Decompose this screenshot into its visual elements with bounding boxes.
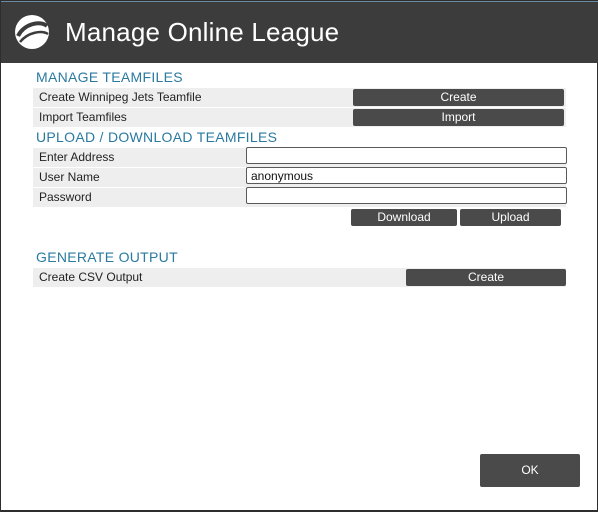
address-label: Enter Address — [39, 150, 115, 164]
password-label: Password — [39, 190, 92, 204]
import-teamfiles-label: Import Teamfiles — [39, 110, 127, 124]
username-label: User Name — [39, 170, 100, 184]
create-teamfile-button[interactable]: Create — [353, 89, 564, 106]
import-teamfiles-button[interactable]: Import — [353, 109, 564, 126]
hockey-puck-icon — [15, 15, 49, 49]
generate-output-heading: GENERATE OUTPUT — [36, 249, 178, 265]
manage-online-league-dialog: Manage Online League MANAGE TEAMFILES Cr… — [0, 0, 598, 512]
csv-output-label: Create CSV Output — [39, 270, 143, 284]
ok-button[interactable]: OK — [480, 454, 580, 487]
dialog-title: Manage Online League — [65, 17, 340, 47]
create-csv-button[interactable]: Create — [406, 269, 566, 286]
username-input[interactable] — [246, 167, 567, 184]
dialog-titlebar: Manage Online League — [1, 1, 598, 63]
upload-download-heading: UPLOAD / DOWNLOAD TEAMFILES — [36, 129, 278, 145]
address-input[interactable] — [246, 147, 567, 164]
download-button[interactable]: Download — [351, 209, 457, 226]
create-teamfile-label: Create Winnipeg Jets Teamfile — [39, 90, 202, 104]
password-input[interactable] — [246, 187, 567, 204]
manage-teamfiles-heading: MANAGE TEAMFILES — [36, 69, 183, 85]
upload-button[interactable]: Upload — [460, 209, 561, 226]
